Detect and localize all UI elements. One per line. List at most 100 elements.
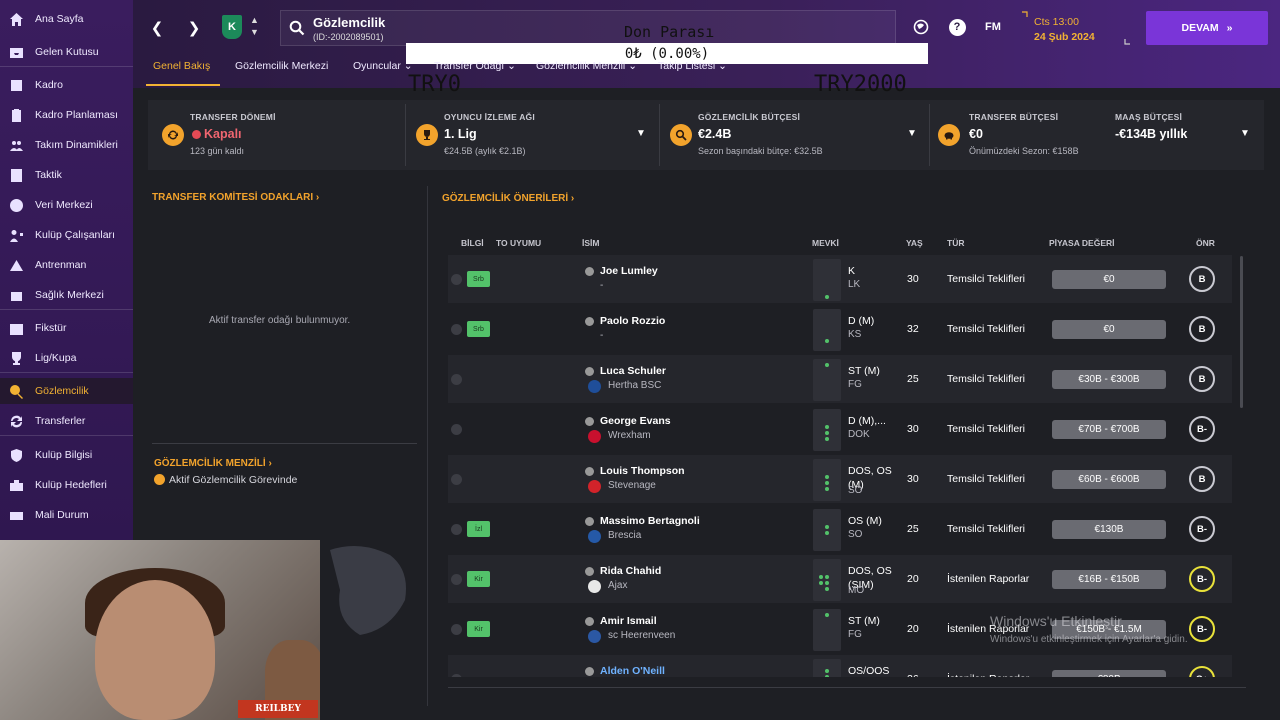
table-row[interactable]: Louis ThompsonStevenageDOS, OS (M)SO30Te… — [448, 455, 1232, 503]
status-dot-icon — [154, 474, 165, 485]
player-club[interactable]: Stevenage — [608, 480, 656, 491]
table-row[interactable]: George EvansWrexhamD (M),...DOK30Temsilc… — [448, 405, 1232, 453]
info-icon[interactable] — [451, 574, 462, 585]
tab-scouting-center[interactable]: Gözlemcilik Merkezi — [235, 60, 328, 72]
sidebar-item-tactics[interactable]: Taktik — [0, 162, 133, 188]
sidebar-item-money[interactable]: Mali Durum — [0, 502, 133, 528]
player-name[interactable]: Alden O'Neill — [600, 665, 665, 677]
player-name[interactable]: Louis Thompson — [600, 465, 685, 477]
date-display[interactable]: Cts 13:00 24 Şub 2024 — [1020, 11, 1132, 45]
budget-dropdown-icon[interactable]: ▼ — [1240, 128, 1250, 139]
recommendation-rating[interactable]: B- — [1189, 416, 1215, 442]
scout-network-dropdown-icon[interactable]: ▼ — [636, 128, 646, 139]
page-id: (ID:-2002089501) — [313, 32, 384, 42]
player-club[interactable]: Brescia — [608, 530, 641, 541]
recommendations-title[interactable]: GÖZLEMCİLİK ÖNERİLERİ › — [442, 193, 574, 204]
player-name[interactable]: Massimo Bertagnoli — [600, 515, 700, 527]
info-icon[interactable] — [451, 524, 462, 535]
info-icon[interactable] — [451, 324, 462, 335]
column-header-type[interactable]: TÜR — [947, 238, 964, 248]
continue-button[interactable]: DEVAM » — [1146, 11, 1268, 45]
sidebar-item-shield[interactable]: Kulüp Bilgisi — [0, 442, 133, 468]
sidebar-item-inbox[interactable]: Gelen Kutusu — [0, 39, 133, 65]
focus-section-title[interactable]: TRANSFER KOMİTESİ ODAKLARI › — [152, 192, 319, 203]
column-header-position[interactable]: MEVKİ — [812, 238, 839, 248]
table-row[interactable]: Luca SchulerHertha BSCST (M)FG25Temsilci… — [448, 355, 1232, 403]
position-dot — [825, 295, 829, 299]
recommendation-rating[interactable]: B- — [1189, 616, 1215, 642]
sidebar-item-calendar[interactable]: Fikstür — [0, 315, 133, 341]
club-badge[interactable]: K — [222, 15, 242, 39]
table-row[interactable]: SrbPaolo Rozzio-D (M)KS32Temsilci Teklif… — [448, 305, 1232, 353]
table-row[interactable]: KirRida ChahidAjaxDOS, OS (SIM)MO20İsten… — [448, 555, 1232, 603]
info-icon[interactable] — [451, 274, 462, 285]
info-icon[interactable] — [451, 674, 462, 677]
column-header-recommendation[interactable]: ÖNR — [1196, 238, 1215, 248]
tab-overview[interactable]: Genel Bakış — [153, 60, 210, 72]
empty-focus-message: Aktif transfer odağı bulunmuyor. — [209, 315, 350, 326]
recommendation-rating[interactable]: C+ — [1189, 666, 1215, 677]
player-name[interactable]: Paolo Rozzio — [600, 315, 665, 327]
info-icon[interactable] — [451, 424, 462, 435]
forward-arrow-icon[interactable]: ❯ — [183, 17, 205, 39]
info-icon[interactable] — [451, 374, 462, 385]
sidebar-item-squad[interactable]: Kadro — [0, 72, 133, 98]
sidebar-item-training[interactable]: Antrenman — [0, 252, 133, 278]
sidebar-item-home[interactable]: Ana Sayfa — [0, 6, 133, 32]
position-pitch-diagram — [813, 509, 841, 551]
info-icon[interactable] — [451, 474, 462, 485]
tab-scouting-range[interactable]: Gözlemcilik Menzili ⌄ — [536, 60, 637, 72]
table-scrollbar[interactable] — [1240, 256, 1243, 408]
scout-budget-dropdown-icon[interactable]: ▼ — [907, 128, 917, 139]
help-icon[interactable]: ? — [947, 17, 967, 37]
player-name[interactable]: Amir Ismail — [600, 615, 657, 627]
sidebar-item-people[interactable]: Takım Dinamikleri — [0, 132, 133, 158]
sidebar-item-scouting[interactable]: Gözlemcilik — [0, 378, 133, 404]
recommendation-rating[interactable]: B- — [1189, 516, 1215, 542]
sidebar-item-transfer[interactable]: Transferler — [0, 408, 133, 434]
date-time: Cts 13:00 — [1034, 16, 1079, 28]
club-switch-chevron-icon[interactable]: ▲▼ — [250, 14, 259, 38]
tab-players[interactable]: Oyuncular ⌄ — [353, 60, 413, 72]
column-header-to[interactable]: TO UYUMU — [496, 238, 541, 248]
table-row[interactable]: Alden O'NeillOS/OOS (M)26İstenilen Rapor… — [448, 655, 1232, 677]
column-header-age[interactable]: YAŞ — [906, 238, 923, 248]
tab-transfer-focus[interactable]: Transfer Odağı ⌄ — [434, 60, 516, 72]
sidebar-item-data[interactable]: Veri Merkezi — [0, 192, 133, 218]
sidebar-item-trophy[interactable]: Lig/Kupa — [0, 345, 133, 371]
player-age: 30 — [907, 273, 919, 285]
column-header-info[interactable]: BİLGİ — [461, 238, 484, 248]
player-club[interactable]: Ajax — [608, 580, 627, 591]
column-header-name[interactable]: İSİM — [582, 238, 599, 248]
recommendation-rating[interactable]: B — [1189, 266, 1215, 292]
player-club[interactable]: Hertha BSC — [608, 380, 661, 391]
page-header-search[interactable]: Gözlemcilik (ID:-2002089501) — [280, 10, 896, 46]
player-name[interactable]: Luca Schuler — [600, 365, 666, 377]
player-position: ST (M) — [848, 614, 904, 628]
sidebar-item-clipboard[interactable]: Kadro Planlaması — [0, 102, 133, 128]
recommendation-rating[interactable]: B — [1189, 316, 1215, 342]
sidebar-item-staff[interactable]: Kulüp Çalışanları — [0, 222, 133, 248]
player-club[interactable]: Wrexham — [608, 430, 651, 441]
table-row[interactable]: SrbJoe Lumley-KLK30Temsilci Teklifleri€0… — [448, 255, 1232, 303]
back-arrow-icon[interactable]: ❮ — [146, 17, 168, 39]
table-row[interactable]: İzlMassimo BertagnoliBresciaOS (M)SO25Te… — [448, 505, 1232, 553]
recommendation-rating[interactable]: B — [1189, 466, 1215, 492]
player-name[interactable]: Joe Lumley — [600, 265, 658, 277]
player-name[interactable]: Rida Chahid — [600, 565, 661, 577]
player-club[interactable]: sc Heerenveen — [608, 630, 675, 641]
transfer-window-status: Kapalı — [204, 127, 242, 141]
recommendation-rating[interactable]: B- — [1189, 566, 1215, 592]
column-header-value[interactable]: PİYASA DEĞERİ — [1049, 238, 1115, 248]
tab-shortlist[interactable]: Takip Listesi ⌄ — [658, 60, 727, 72]
fm-menu-button[interactable]: FM — [982, 17, 1004, 37]
sidebar-item-briefcase[interactable]: Kulüp Hedefleri — [0, 472, 133, 498]
player-name[interactable]: George Evans — [600, 415, 671, 427]
range-section-title[interactable]: GÖZLEMCİLİK MENZİLİ › — [154, 458, 272, 469]
sidebar-item-medical[interactable]: Sağlık Merkezi — [0, 282, 133, 308]
world-icon[interactable] — [911, 17, 931, 37]
wage-budget-value: -€134B yıllık — [1115, 127, 1187, 141]
info-icon[interactable] — [451, 624, 462, 635]
position-dot — [825, 587, 829, 591]
recommendation-rating[interactable]: B — [1189, 366, 1215, 392]
